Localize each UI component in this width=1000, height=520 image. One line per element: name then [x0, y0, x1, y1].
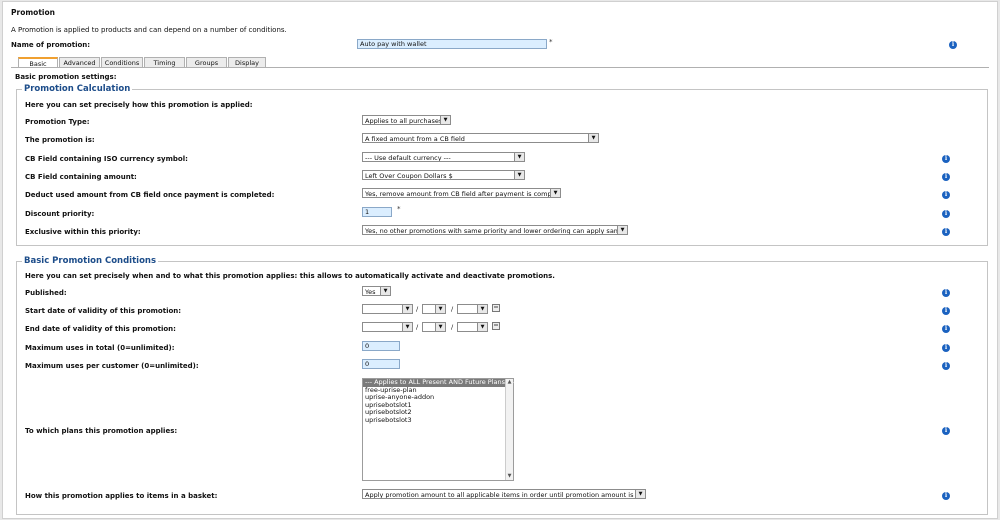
max-customer-input[interactable]: 0 [362, 359, 400, 369]
scroll-up-icon[interactable]: ▲ [506, 379, 513, 386]
tab-display[interactable]: Display [228, 57, 266, 67]
info-icon[interactable]: i [942, 325, 950, 333]
published-value: Yes [365, 288, 376, 296]
date-separator: / [416, 323, 419, 331]
date-separator: / [451, 305, 454, 313]
plans-listbox[interactable]: --- Applies to ALL Present AND Future Pl… [362, 378, 514, 481]
dropdown-arrow-icon: ▼ [402, 323, 412, 331]
dropdown-arrow-icon: ▼ [440, 116, 450, 124]
conditions-intro: Here you can set precisely when and to w… [25, 272, 555, 280]
basket-value: Apply promotion amount to all applicable… [365, 491, 646, 499]
basic-settings-label: Basic promotion settings: [15, 73, 117, 81]
date-separator: / [451, 323, 454, 331]
info-icon[interactable]: i [942, 228, 950, 236]
priority-label: Discount priority: [25, 210, 95, 218]
dropdown-arrow-icon: ▼ [402, 305, 412, 313]
cb-currency-value: --- Use default currency --- [365, 154, 451, 162]
calendar-icon[interactable] [492, 304, 500, 312]
exclusive-value: Yes, no other promotions with same prior… [365, 227, 628, 235]
cb-currency-label: CB Field containing ISO currency symbol: [25, 155, 188, 163]
info-icon[interactable]: i [942, 191, 950, 199]
basket-select[interactable]: Apply promotion amount to all applicable… [362, 489, 646, 499]
list-item[interactable]: uprisebotslot3 [363, 416, 513, 425]
listbox-scrollbar[interactable]: ▲ ▼ [505, 379, 513, 480]
cb-amount-select[interactable]: Left Over Coupon Dollars $ ▼ [362, 170, 525, 180]
info-icon[interactable]: i [942, 427, 950, 435]
info-icon[interactable]: i [942, 492, 950, 500]
deduct-value: Yes, remove amount from CB field after p… [365, 190, 561, 198]
info-icon[interactable]: i [942, 307, 950, 315]
tab-conditions[interactable]: Conditions [101, 57, 143, 67]
end-month-select[interactable]: ▼ [422, 322, 446, 332]
start-month-select[interactable]: ▼ [422, 304, 446, 314]
published-select[interactable]: Yes ▼ [362, 286, 391, 296]
tab-advanced[interactable]: Advanced [59, 57, 100, 67]
end-day-select[interactable]: ▼ [457, 322, 488, 332]
conditions-legend: Basic Promotion Conditions [22, 256, 159, 266]
end-date-label: End date of validity of this promotion: [25, 325, 176, 333]
deduct-label: Deduct used amount from CB field once pa… [25, 191, 275, 199]
dropdown-arrow-icon: ▼ [477, 305, 487, 313]
deduct-select[interactable]: Yes, remove amount from CB field after p… [362, 188, 561, 198]
dropdown-arrow-icon: ▼ [514, 171, 524, 179]
info-icon[interactable]: i [942, 155, 950, 163]
calculation-legend: Promotion Calculation [22, 84, 133, 94]
plans-label: To which plans this promotion applies: [25, 427, 178, 435]
dropdown-arrow-icon: ▼ [617, 226, 627, 234]
tab-groups[interactable]: Groups [186, 57, 227, 67]
promotion-type-select[interactable]: Applies to all purchases ▼ [362, 115, 451, 125]
info-icon[interactable]: i [942, 289, 950, 297]
start-year-select[interactable]: ▼ [362, 304, 413, 314]
dropdown-arrow-icon: ▼ [380, 287, 390, 295]
page-title: Promotion [11, 8, 55, 17]
tab-divider [11, 67, 989, 68]
info-icon[interactable]: i [942, 210, 950, 218]
promotion-is-label: The promotion is: [25, 136, 95, 144]
max-total-label: Maximum uses in total (0=unlimited): [25, 344, 175, 352]
required-mark: * [397, 205, 401, 213]
dropdown-arrow-icon: ▼ [635, 490, 645, 498]
info-icon[interactable]: i [942, 344, 950, 352]
info-icon[interactable]: i [949, 41, 957, 49]
published-label: Published: [25, 289, 67, 297]
date-separator: / [416, 305, 419, 313]
dropdown-arrow-icon: ▼ [477, 323, 487, 331]
dropdown-arrow-icon: ▼ [514, 153, 524, 161]
calculation-fieldset [16, 89, 988, 246]
max-total-input[interactable]: 0 [362, 341, 400, 351]
promotion-is-select[interactable]: A fixed amount from a CB field ▼ [362, 133, 599, 143]
promotion-type-label: Promotion Type: [25, 118, 90, 126]
scroll-down-icon[interactable]: ▼ [506, 473, 513, 480]
promotion-name-input[interactable]: Auto pay with wallet [357, 39, 547, 49]
calendar-icon[interactable] [492, 322, 500, 330]
cb-amount-label: CB Field containing amount: [25, 173, 137, 181]
basket-label: How this promotion applies to items in a… [25, 492, 218, 500]
info-icon[interactable]: i [942, 362, 950, 370]
exclusive-label: Exclusive within this priority: [25, 228, 141, 236]
dropdown-arrow-icon: ▼ [588, 134, 598, 142]
dropdown-arrow-icon: ▼ [435, 305, 445, 313]
promotion-type-value: Applies to all purchases [365, 117, 443, 125]
cb-currency-select[interactable]: --- Use default currency --- ▼ [362, 152, 525, 162]
page-description: A Promotion is applied to products and c… [11, 26, 287, 34]
exclusive-select[interactable]: Yes, no other promotions with same prior… [362, 225, 628, 235]
info-icon[interactable]: i [942, 173, 950, 181]
end-year-select[interactable]: ▼ [362, 322, 413, 332]
max-customer-label: Maximum uses per customer (0=unlimited): [25, 362, 199, 370]
start-date-label: Start date of validity of this promotion… [25, 307, 182, 315]
start-day-select[interactable]: ▼ [457, 304, 488, 314]
promotion-is-value: A fixed amount from a CB field [365, 135, 465, 143]
promotion-name-label: Name of promotion: [11, 41, 91, 49]
required-mark: * [549, 38, 553, 46]
priority-input[interactable]: 1 [362, 207, 392, 217]
promotion-panel: Promotion A Promotion is applied to prod… [2, 1, 998, 519]
tab-timing[interactable]: Timing [144, 57, 185, 67]
dropdown-arrow-icon: ▼ [550, 189, 560, 197]
cb-amount-value: Left Over Coupon Dollars $ [365, 172, 453, 180]
calculation-intro: Here you can set precisely how this prom… [25, 101, 253, 109]
dropdown-arrow-icon: ▼ [435, 323, 445, 331]
